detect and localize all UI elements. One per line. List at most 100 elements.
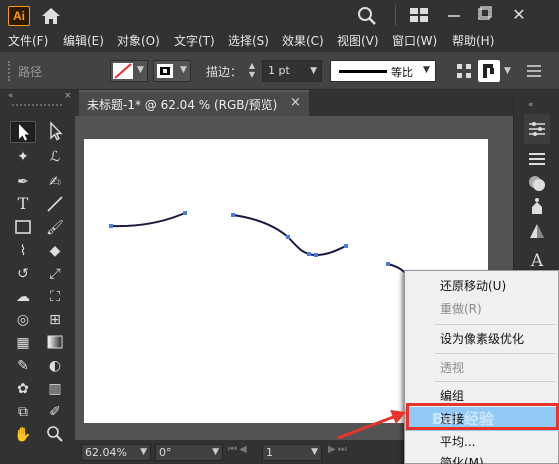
fill-none-swatch — [113, 63, 133, 79]
menu-window[interactable]: 窗口(W) — [392, 32, 437, 50]
chevron-down-icon: ▼ — [212, 447, 219, 457]
slice-tool[interactable]: ✐ — [42, 401, 68, 423]
tools-panel: ✦ ℒ ✒ ✍ T 🖌 ⌇ ◆ ↺ ⤢ ☁ ⛶ ◎ ⊞ ▦ ✎ ◐ ✿ ▥ ⧉ … — [6, 113, 72, 464]
next-last-artboard-buttons[interactable]: ▶⏭ — [328, 444, 349, 455]
context-item-pixel-optimize[interactable]: 设为像素级优化 — [405, 328, 559, 350]
menu-select[interactable]: 选择(S) — [228, 32, 269, 50]
context-menu: 还原移动(U) 重做(R) 设为像素级优化 透视 编组 连接 平均... 简化(… — [404, 270, 559, 464]
properties-icon[interactable] — [524, 114, 550, 144]
menu-effect[interactable]: 效果(C) — [282, 32, 324, 50]
context-item-perspective: 透视 — [440, 361, 465, 375]
lasso-tool[interactable]: ℒ — [42, 146, 68, 168]
stroke-label: 描边： — [206, 65, 243, 79]
transparency-icon[interactable] — [524, 218, 550, 244]
maximize-icon[interactable] — [476, 6, 492, 24]
chevron-down-icon: ▼ — [137, 65, 144, 75]
hand-tool[interactable]: ✋ — [10, 424, 36, 446]
panel-menu-icon[interactable] — [525, 63, 543, 79]
menu-type[interactable]: 文字(T) — [174, 32, 215, 50]
chevron-down-icon: ▼ — [423, 65, 430, 75]
menu-edit[interactable]: 编辑(E) — [63, 32, 104, 50]
color-icon[interactable] — [524, 170, 550, 196]
type-tool[interactable]: T — [10, 194, 36, 216]
zoom-level-field[interactable]: 62.04% ▼ — [81, 444, 151, 461]
menu-separator — [435, 353, 555, 354]
watermark: Bai 经验 — [432, 410, 494, 428]
dock-expand-icon[interactable]: « — [528, 100, 534, 110]
profile-label: 等比 — [391, 66, 413, 79]
artboard-number-value: 1 — [266, 446, 273, 459]
layers-icon[interactable] — [524, 146, 550, 172]
selection-tool[interactable] — [10, 121, 36, 143]
line-tool[interactable] — [42, 194, 68, 216]
context-item-simplify[interactable]: 简化(M) — [405, 452, 559, 464]
menu-file[interactable]: 文件(F) — [8, 32, 48, 50]
document-title: 未标题-1* @ 62.04 % (RGB/预览) — [87, 98, 278, 112]
zoom-level-value: 62.04% — [85, 446, 127, 459]
mesh-tool[interactable]: ▦ — [10, 332, 36, 354]
menu-help[interactable]: 帮助(H) — [452, 32, 494, 50]
menu-view[interactable]: 视图(V) — [337, 32, 379, 50]
home-icon[interactable] — [40, 6, 62, 26]
toolbar-options-icon[interactable]: × — [64, 91, 72, 101]
menu-object[interactable]: 对象(O) — [117, 32, 160, 50]
minimize-icon[interactable] — [446, 6, 462, 24]
stroke-weight-field[interactable]: 1 pt ▼ — [262, 60, 322, 82]
selection-type-label: 路径 — [18, 65, 43, 79]
eyedropper-tool[interactable]: ✎ — [10, 355, 36, 377]
artboard-tool[interactable]: ⧉ — [10, 401, 36, 423]
direct-selection-tool[interactable] — [42, 121, 68, 143]
stroke-swatch-dropdown[interactable]: ▼ — [153, 60, 191, 82]
workspace-switcher-icon[interactable] — [409, 7, 429, 23]
toolbar-grip — [12, 104, 62, 108]
chevron-down-icon: ▼ — [140, 447, 147, 457]
menu-separator — [435, 324, 555, 325]
first-prev-artboard-buttons[interactable]: ⏮◀ — [228, 444, 249, 455]
variable-width-profile-dropdown[interactable]: 等比 ▼ — [330, 60, 436, 82]
profile-preview-line — [339, 70, 387, 73]
eraser-tool[interactable]: ◆ — [42, 240, 68, 262]
zoom-tool[interactable] — [42, 424, 68, 446]
rotation-field[interactable]: 0° ▼ — [155, 444, 223, 461]
magic-wand-tool[interactable]: ✦ — [10, 146, 36, 168]
fill-swatch-dropdown[interactable]: ▼ — [110, 60, 148, 82]
separator — [395, 4, 396, 26]
rectangle-tool[interactable] — [10, 217, 36, 239]
chevron-down-icon: ▼ — [180, 65, 187, 75]
pen-tool[interactable]: ✒ — [10, 171, 36, 193]
column-graph-tool[interactable]: ▥ — [42, 378, 68, 400]
stroke-weight-value: 1 pt — [268, 64, 290, 77]
shape-builder-tool[interactable]: ◎ — [10, 309, 36, 331]
scale-tool[interactable]: ⤢ — [42, 263, 68, 285]
perspective-grid-tool[interactable]: ⊞ — [42, 309, 68, 331]
document-tab[interactable]: 未标题-1* @ 62.04 % (RGB/预览) × — [79, 90, 309, 116]
symbol-sprayer-tool[interactable]: ✿ — [10, 378, 36, 400]
free-transform-tool[interactable]: ⛶ — [42, 286, 68, 308]
close-tab-icon[interactable]: × — [290, 95, 301, 110]
context-item-average[interactable]: 平均... — [405, 431, 559, 453]
libraries-icon[interactable] — [524, 194, 550, 220]
artboard-number-field[interactable]: 1 ▼ — [262, 444, 322, 461]
gradient-tool[interactable] — [42, 332, 68, 354]
rotation-value: 0° — [159, 446, 172, 459]
chevron-down-icon[interactable]: ▼ — [504, 66, 511, 76]
annotation-arrow — [330, 400, 410, 444]
stroke-stepper[interactable]: ▲ ▼ — [245, 61, 259, 81]
control-bar: 路径 ▼ ▼ 描边： ▲ ▼ 1 pt ▼ 等比 ▼ ▼ — [0, 52, 559, 90]
rotate-tool[interactable]: ↺ — [10, 263, 36, 285]
shaper-tool[interactable]: ⌇ — [10, 240, 36, 262]
anchor-point-icon[interactable] — [478, 60, 500, 82]
menu-bar: 文件(F) 编辑(E) 对象(O) 文字(T) 选择(S) 效果(C) 视图(V… — [0, 30, 559, 52]
search-icon[interactable] — [357, 6, 377, 26]
stroke-swatch — [157, 64, 173, 78]
blend-tool[interactable]: ◐ — [42, 355, 68, 377]
context-item-undo-move[interactable]: 还原移动(U) — [405, 275, 559, 297]
menu-separator — [435, 381, 555, 382]
close-icon[interactable]: ✕ — [508, 4, 530, 26]
curvature-tool[interactable]: ✍ — [42, 171, 68, 193]
toolbar-collapse-icon[interactable]: « — [8, 91, 14, 101]
warp-tool[interactable]: ☁ — [10, 286, 36, 308]
context-item-redo: 重做(R) — [440, 302, 482, 316]
align-icon[interactable] — [456, 63, 472, 79]
paintbrush-tool[interactable]: 🖌 — [42, 217, 68, 239]
